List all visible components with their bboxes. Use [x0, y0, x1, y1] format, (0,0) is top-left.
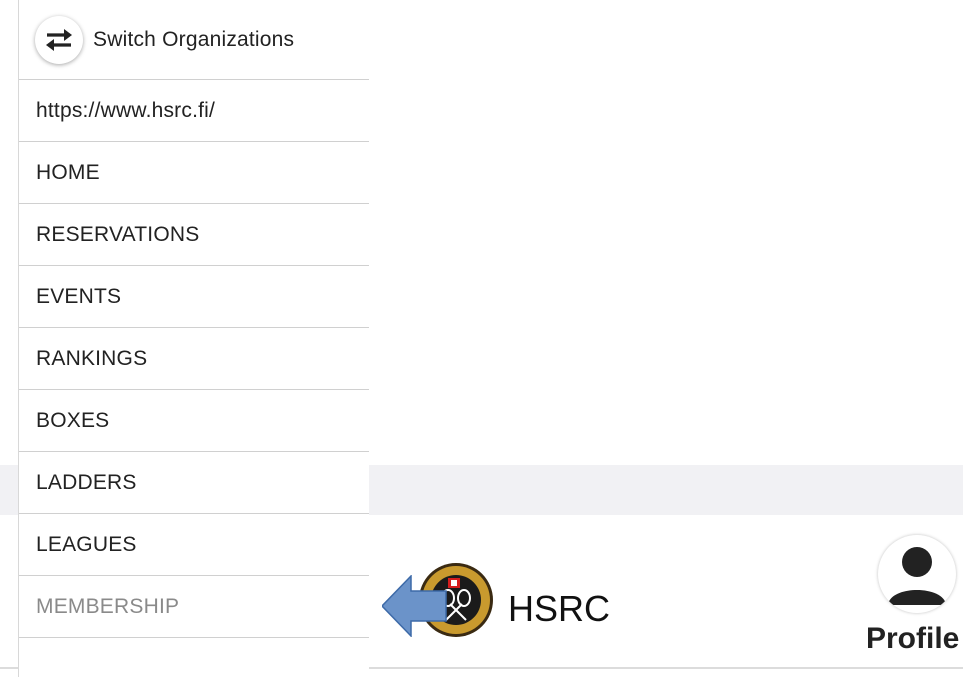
user-avatar-icon[interactable]	[878, 535, 956, 613]
menu-item-leagues[interactable]: LEAGUES	[19, 514, 369, 576]
menu-item-reservations[interactable]: RESERVATIONS	[19, 204, 369, 266]
menu-item-membership[interactable]: MEMBERSHIP	[19, 576, 369, 638]
organization-name: HSRC	[508, 588, 611, 629]
switch-organizations-button[interactable]: Switch Organizations	[19, 0, 369, 80]
menu-item-ladders[interactable]: LADDERS	[19, 452, 369, 514]
menu-item-website-link[interactable]: https://www.hsrc.fi/	[19, 80, 369, 142]
menu-item-boxes[interactable]: BOXES	[19, 390, 369, 452]
menu-item-home[interactable]: HOME	[19, 142, 369, 204]
side-drawer: Switch Organizations https://www.hsrc.fi…	[18, 0, 369, 677]
swap-arrows-icon	[35, 15, 83, 64]
left-arrow-pointer-icon	[380, 574, 448, 642]
profile-label[interactable]: Profile	[866, 622, 959, 656]
switch-organizations-label: Switch Organizations	[93, 27, 295, 51]
menu-item-rankings[interactable]: RANKINGS	[19, 328, 369, 390]
menu-item-events[interactable]: EVENTS	[19, 266, 369, 328]
